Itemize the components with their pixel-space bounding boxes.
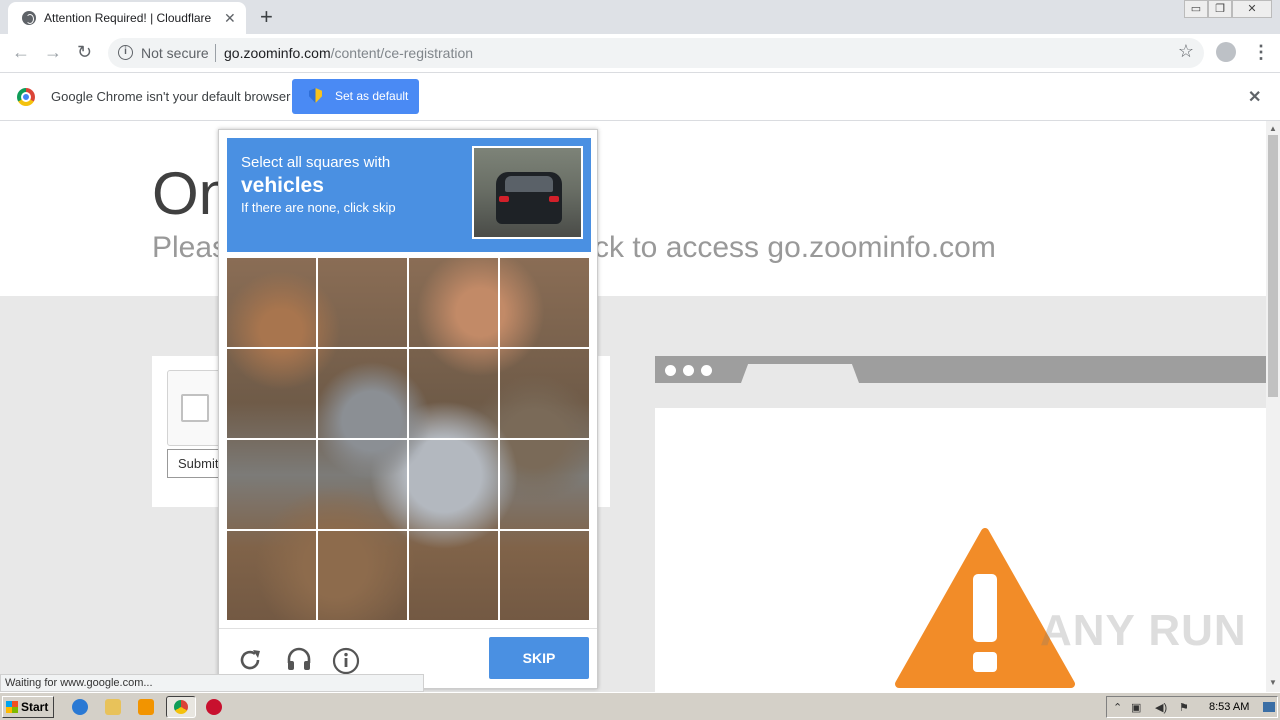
address-divider: [215, 44, 216, 62]
set-as-default-button[interactable]: Set as default: [292, 79, 419, 114]
challenge-tile[interactable]: [318, 440, 407, 529]
chrome-icon: [174, 700, 188, 714]
challenge-tile[interactable]: [318, 349, 407, 438]
browser-tab[interactable]: Attention Required! | Cloudflare ✕: [8, 2, 246, 34]
grid-line: [227, 529, 589, 531]
scroll-up-icon[interactable]: ▲: [1269, 124, 1277, 133]
new-tab-icon[interactable]: +: [260, 4, 273, 30]
network-icon[interactable]: ▣: [1131, 701, 1141, 714]
challenge-tile[interactable]: [409, 440, 498, 529]
url-text[interactable]: go.zoominfo.com/content/ce-registration: [224, 45, 473, 61]
tab-title: Attention Required! | Cloudflare: [44, 11, 212, 25]
address-bar[interactable]: i Not secure go.zoominfo.com/content/ce-…: [108, 38, 1204, 68]
security-label[interactable]: Not secure: [141, 45, 209, 61]
minimize-icon[interactable]: ▭: [1184, 0, 1208, 18]
challenge-target: vehicles: [241, 174, 324, 197]
skip-button[interactable]: SKIP: [489, 637, 589, 679]
reload-page-icon[interactable]: ↻: [77, 42, 92, 63]
start-label: Start: [21, 700, 49, 714]
info-help-icon[interactable]: [332, 647, 360, 675]
window-close-icon[interactable]: ✕: [1232, 0, 1272, 18]
clock: 8:53 AM: [1209, 701, 1250, 713]
chrome-taskbar-button[interactable]: [166, 696, 196, 718]
start-button[interactable]: Start: [2, 696, 54, 718]
default-browser-infobar: Google Chrome isn't your default browser…: [0, 72, 1280, 121]
challenge-tile[interactable]: [227, 349, 316, 438]
page-subtitle-start: Pleas: [152, 231, 228, 264]
anyrun-watermark: ANY RUN: [1040, 606, 1247, 655]
illustration-dot: [701, 365, 712, 376]
system-tray: ⌃ ▣ ◀) ⚑ 8:53 AM: [1106, 696, 1278, 718]
challenge-tile[interactable]: [318, 258, 407, 347]
challenge-tile[interactable]: [409, 258, 498, 347]
set-as-default-label: Set as default: [335, 89, 409, 103]
challenge-tile[interactable]: [227, 440, 316, 529]
illustration-titlebar: [655, 356, 1266, 383]
scroll-thumb[interactable]: [1268, 135, 1278, 397]
info-icon[interactable]: i: [118, 45, 133, 60]
action-center-flag-icon[interactable]: ⚑: [1179, 701, 1189, 714]
uac-shield-icon: [309, 88, 322, 103]
challenge-hint: If there are none, click skip: [241, 200, 396, 215]
challenge-image-grid: [227, 258, 589, 620]
challenge-tile[interactable]: [500, 349, 589, 438]
page-scrollbar[interactable]: ▲ ▼: [1266, 121, 1280, 692]
reload-challenge-icon[interactable]: [237, 647, 263, 673]
headphones-icon[interactable]: [285, 645, 313, 673]
challenge-tile[interactable]: [500, 258, 589, 347]
illustration-dot: [683, 365, 694, 376]
challenge-instruction: Select all squares with: [241, 154, 391, 171]
tab-strip: Attention Required! | Cloudflare ✕ + ▭ ❐…: [0, 0, 1280, 34]
tray-expand-icon[interactable]: ⌃: [1113, 701, 1122, 714]
infobar-message: Google Chrome isn't your default browser: [51, 89, 291, 104]
infobar-close-icon[interactable]: ✕: [1248, 87, 1261, 107]
challenge-tile[interactable]: [500, 440, 589, 529]
recaptcha-challenge: Select all squares with vehicles If ther…: [218, 129, 598, 689]
menu-dots-icon[interactable]: ⋮: [1252, 42, 1270, 63]
hero-section: On Pleas ck to access go.zoominfo.com: [0, 121, 1266, 296]
back-icon[interactable]: ←: [12, 42, 30, 63]
globe-icon: [22, 11, 36, 25]
close-icon[interactable]: ✕: [224, 10, 236, 27]
challenge-tile[interactable]: [409, 349, 498, 438]
grid-line: [227, 347, 589, 349]
illustration-dot: [665, 365, 676, 376]
challenge-tile[interactable]: [500, 531, 589, 620]
challenge-header: Select all squares with vehicles If ther…: [227, 138, 591, 252]
restore-icon[interactable]: ❐: [1208, 0, 1232, 18]
page-subtitle-end: ck to access go.zoominfo.com: [594, 231, 996, 264]
car-tail-light: [549, 196, 559, 202]
taskbar: Start ⌃ ▣ ◀) ⚑ 8:53 AM: [0, 692, 1280, 720]
media-player-icon[interactable]: [138, 699, 154, 715]
status-bubble: Waiting for www.google.com...: [0, 674, 424, 692]
scroll-down-icon[interactable]: ▼: [1269, 678, 1277, 687]
car-tail-light: [499, 196, 509, 202]
forward-icon[interactable]: →: [44, 42, 62, 63]
bookmark-star-icon[interactable]: ☆: [1178, 41, 1194, 62]
challenge-tile[interactable]: [227, 531, 316, 620]
show-desktop-icon[interactable]: [1263, 702, 1275, 712]
url-host: go.zoominfo.com: [224, 45, 331, 61]
internet-explorer-icon[interactable]: [72, 699, 88, 715]
grid-line: [227, 438, 589, 440]
security-tool-icon[interactable]: [206, 699, 222, 715]
illustration-tab: [741, 364, 859, 383]
challenge-tile[interactable]: [409, 531, 498, 620]
windows-logo-icon: [6, 701, 18, 713]
profile-avatar-icon[interactable]: [1216, 42, 1236, 62]
challenge-tile[interactable]: [227, 258, 316, 347]
car-window: [505, 176, 553, 192]
volume-icon[interactable]: ◀): [1155, 701, 1167, 714]
recaptcha-checkbox[interactable]: [181, 394, 209, 422]
folder-icon[interactable]: [105, 699, 121, 715]
chrome-logo-icon: [17, 88, 35, 106]
toolbar: ← → ↻ i Not secure go.zoominfo.com/conte…: [0, 34, 1280, 72]
url-path: /content/ce-registration: [330, 45, 474, 61]
sample-vehicle-image: [472, 146, 583, 239]
challenge-tile[interactable]: [318, 531, 407, 620]
